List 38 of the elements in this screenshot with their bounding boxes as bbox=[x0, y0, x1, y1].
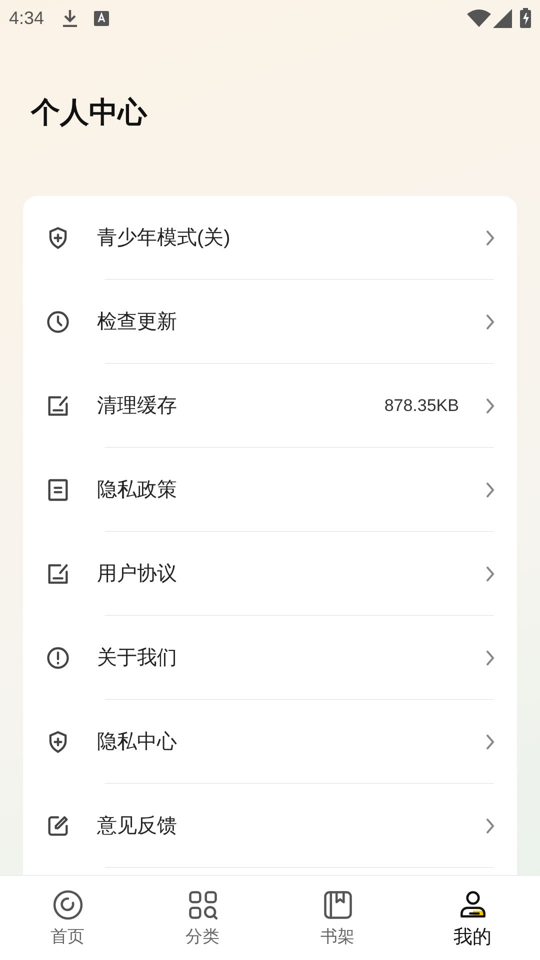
nav-tab[interactable]: 书架 bbox=[270, 876, 405, 960]
signal-icon bbox=[493, 8, 512, 28]
nav-tab[interactable]: 分类 bbox=[135, 876, 270, 960]
menu-label: 用户协议 bbox=[97, 562, 177, 587]
clock-icon bbox=[45, 309, 71, 335]
home-icon bbox=[50, 888, 84, 922]
page-title: 个人中心 bbox=[31, 96, 147, 131]
chevron-right-icon bbox=[485, 817, 495, 835]
menu-item[interactable]: 隐私政策 bbox=[23, 448, 517, 532]
chevron-right-icon bbox=[485, 733, 495, 751]
menu-item[interactable]: 清理缓存 878.35KB bbox=[23, 364, 517, 448]
chevron-right-icon bbox=[485, 649, 495, 667]
chevron-right-icon bbox=[485, 229, 495, 247]
menu-label: 检查更新 bbox=[97, 310, 177, 335]
exclamation-icon bbox=[45, 645, 71, 671]
chevron-right-icon bbox=[485, 313, 495, 331]
wifi-icon bbox=[467, 8, 491, 28]
menu-label: 隐私政策 bbox=[97, 478, 177, 503]
menu-label: 关于我们 bbox=[97, 646, 177, 671]
menu-item[interactable]: 用户协议 bbox=[23, 532, 517, 616]
menu-item[interactable]: 青少年模式(关) bbox=[23, 196, 517, 280]
status-time: 4:34 bbox=[9, 6, 44, 30]
menu-label: 青少年模式(关) bbox=[97, 226, 230, 251]
menu-item[interactable]: 意见反馈 bbox=[23, 784, 517, 868]
nav-tab[interactable]: 我的 bbox=[405, 876, 540, 960]
chevron-right-icon bbox=[485, 565, 495, 583]
menu-label: 隐私中心 bbox=[97, 730, 177, 755]
download-icon bbox=[62, 9, 78, 27]
menu-label: 意见反馈 bbox=[97, 814, 177, 839]
menu-item[interactable]: 关于我们 bbox=[23, 616, 517, 700]
chevron-right-icon bbox=[485, 397, 495, 415]
menu-label: 清理缓存 bbox=[97, 394, 177, 419]
cache-size: 878.35KB bbox=[384, 395, 459, 418]
menu-item[interactable]: 隐私中心 bbox=[23, 700, 517, 784]
battery-icon bbox=[520, 8, 531, 28]
menu-item[interactable]: 检查更新 bbox=[23, 280, 517, 364]
nav-tab[interactable]: 首页 bbox=[0, 876, 135, 960]
chevron-right-icon bbox=[485, 481, 495, 499]
